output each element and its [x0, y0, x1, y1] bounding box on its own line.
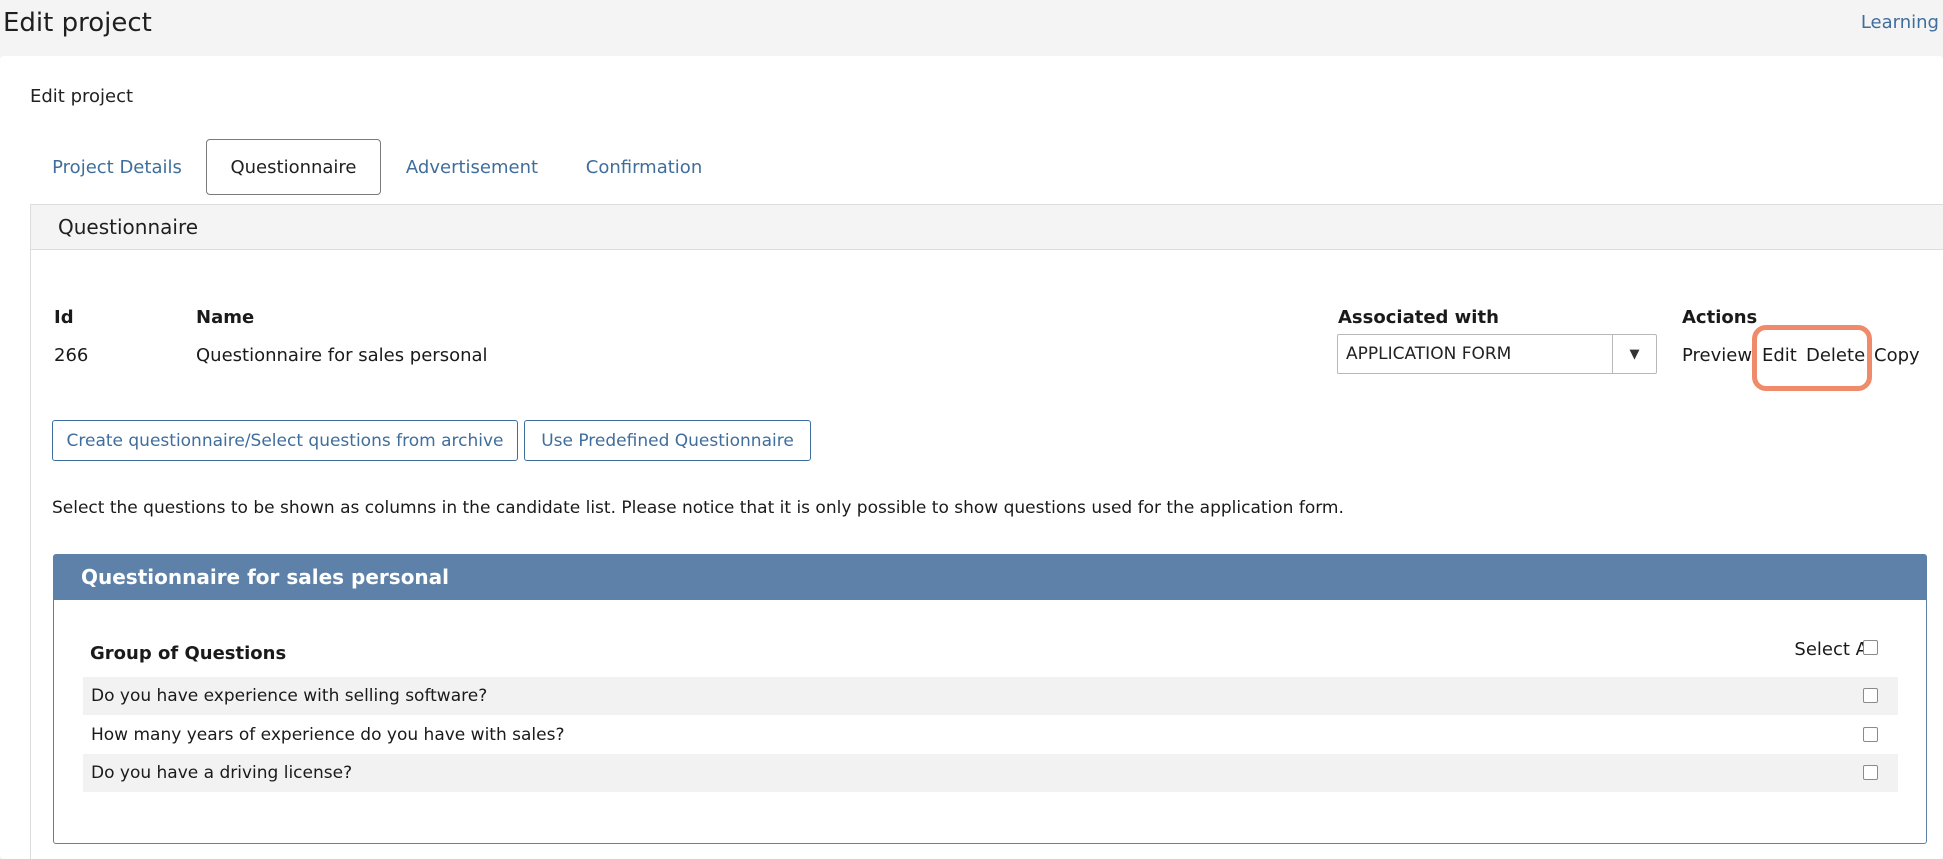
question-text: Do you have experience with selling soft… [91, 686, 488, 706]
top-bar: Edit project Learning [0, 0, 1943, 56]
select-all-checkbox[interactable] [1863, 640, 1878, 655]
create-questionnaire-button[interactable]: Create questionnaire/Select questions fr… [52, 420, 518, 461]
panel-title: Questionnaire [58, 215, 199, 239]
question-checkbox[interactable] [1863, 727, 1878, 742]
copy-action[interactable]: Copy [1874, 345, 1920, 366]
question-text: Do you have a driving license? [91, 763, 353, 783]
dropdown-arrow-icon[interactable]: ▼ [1612, 335, 1656, 373]
panel-header: Questionnaire [31, 205, 1943, 250]
question-checkbox[interactable] [1863, 688, 1878, 703]
questionnaire-box: Questionnaire for sales personal Group o… [53, 554, 1927, 844]
learning-link[interactable]: Learning [1861, 12, 1939, 33]
tab-questionnaire[interactable]: Questionnaire [206, 139, 381, 195]
question-row: Do you have experience with selling soft… [83, 677, 1898, 715]
questionnaire-box-title: Questionnaire for sales personal [81, 565, 450, 589]
card-subtitle: Edit project [30, 86, 134, 107]
delete-action[interactable]: Delete [1806, 345, 1865, 366]
tab-confirmation[interactable]: Confirmation [575, 139, 713, 195]
question-row: How many years of experience do you have… [83, 716, 1898, 754]
column-header-associated: Associated with [1338, 307, 1499, 328]
question-checkbox[interactable] [1863, 765, 1878, 780]
tab-advertisement[interactable]: Advertisement [398, 139, 546, 195]
tab-project-details[interactable]: Project Details [42, 139, 192, 195]
question-text: How many years of experience do you have… [91, 725, 565, 745]
associated-with-value: APPLICATION FORM [1346, 344, 1512, 364]
column-header-name: Name [196, 307, 255, 328]
questionnaire-name: Questionnaire for sales personal [196, 345, 488, 366]
info-text: Select the questions to be shown as colu… [52, 498, 1344, 518]
questionnaire-id: 266 [54, 345, 89, 366]
use-predefined-questionnaire-button[interactable]: Use Predefined Questionnaire [524, 420, 811, 461]
associated-with-select[interactable]: APPLICATION FORM ▼ [1337, 334, 1657, 374]
column-header-id: Id [54, 307, 74, 328]
column-header-actions: Actions [1682, 307, 1758, 328]
questionnaire-box-header: Questionnaire for sales personal [54, 555, 1926, 600]
preview-action[interactable]: Preview [1682, 345, 1752, 366]
group-of-questions-label: Group of Questions [90, 643, 287, 664]
question-row: Do you have a driving license? [83, 754, 1898, 792]
edit-action[interactable]: Edit [1762, 345, 1797, 366]
page-title: Edit project [3, 8, 152, 38]
